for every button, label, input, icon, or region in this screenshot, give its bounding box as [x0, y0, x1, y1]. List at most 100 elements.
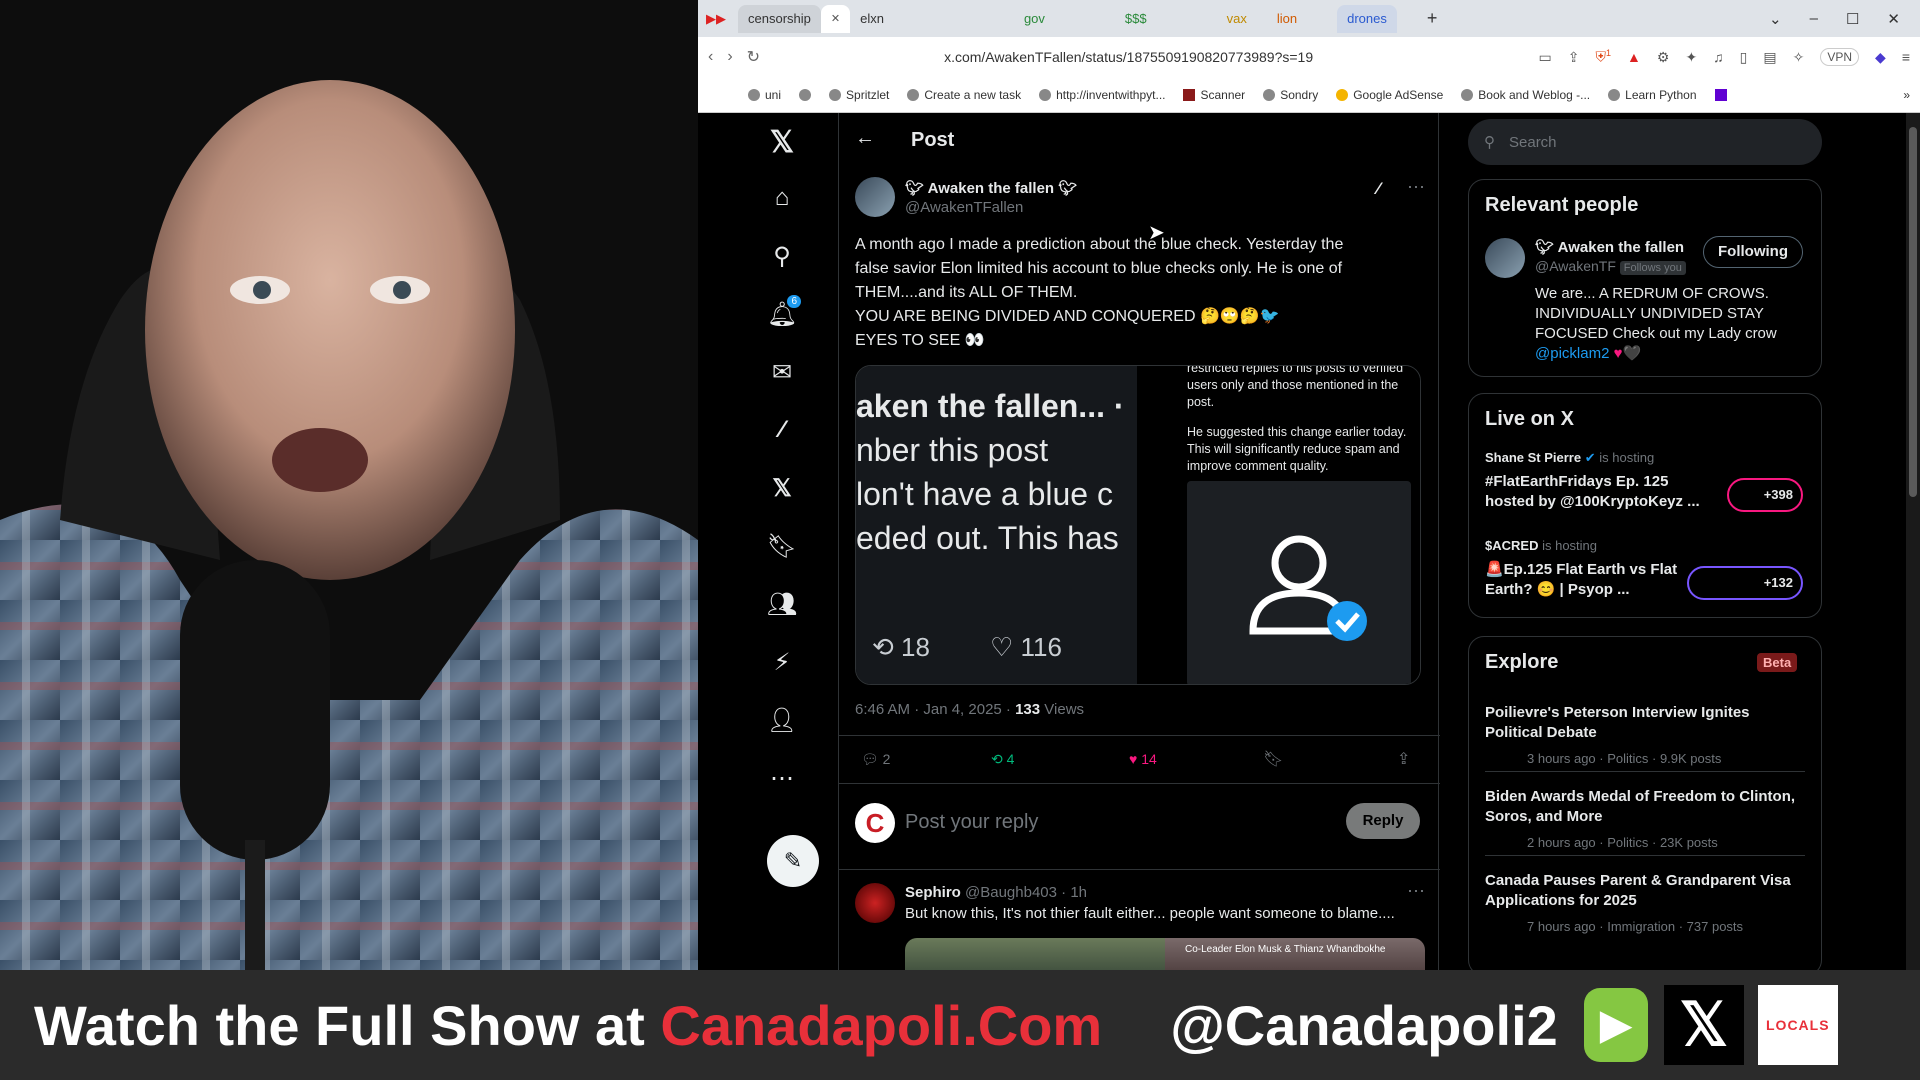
bookmark-action-icon[interactable]: 🔖︎ — [1263, 749, 1283, 769]
search-input[interactable]: Search — [1509, 134, 1557, 151]
tab-lion[interactable]: lion — [1267, 5, 1307, 33]
share-action-icon[interactable]: ⇪ — [1397, 749, 1410, 769]
tweet-timestamp[interactable]: 6:46 AM · Jan 4, 2025 · 133 Views — [855, 701, 1084, 718]
page-scrollbar[interactable] — [1906, 113, 1920, 970]
live-listeners[interactable]: +132 — [1687, 566, 1803, 600]
explore-item-title[interactable]: Poilievre's Peterson Interview Ignites P… — [1485, 703, 1805, 743]
bookmarks-icon[interactable]: 🔖︎ — [767, 531, 797, 561]
reply-action[interactable]: 💬︎ 2 — [861, 751, 890, 768]
leo-icon[interactable]: ✧ — [1793, 49, 1805, 66]
messages-icon[interactable]: ✉ — [767, 357, 797, 387]
display-name[interactable]: 🐦︎ Awaken the fallen 🐦︎ — [905, 179, 1077, 197]
forward-icon[interactable]: › — [727, 48, 732, 66]
share-icon[interactable]: ⇪ — [1568, 49, 1580, 66]
bookmark-sondry[interactable]: Sondry — [1263, 88, 1318, 102]
url-field[interactable]: x.com/AwakenTFallen/status/1875509190820… — [944, 49, 1444, 65]
bookmark-spritzlet[interactable]: Spritzlet — [829, 88, 889, 102]
tab-money[interactable]: $$$ — [1115, 5, 1157, 33]
grok-explain-icon[interactable]: ⁄ — [1377, 179, 1380, 199]
avatar[interactable] — [855, 177, 895, 217]
communities-icon[interactable]: 👥︎ — [767, 589, 797, 619]
extension-icon[interactable]: ⚙ — [1657, 49, 1670, 66]
bio-link[interactable]: @picklam2 — [1535, 345, 1609, 362]
reload-icon[interactable]: ↻ — [747, 47, 760, 67]
back-arrow-icon[interactable]: ← — [855, 127, 875, 150]
handle[interactable]: @AwakenTF Follows you — [1535, 258, 1686, 275]
presenter-video-frame — [0, 0, 698, 970]
verified-orgs-icon[interactable]: ⚡︎ — [767, 647, 797, 677]
rewards-icon[interactable]: ▲ — [1627, 49, 1641, 65]
explore-item-title[interactable]: Biden Awards Medal of Freedom to Clinton… — [1485, 787, 1805, 827]
media-screenshot-left[interactable]: aken the fallen... · nber this post lon'… — [856, 366, 1139, 684]
bookmark-create-task[interactable]: Create a new task — [907, 88, 1021, 102]
maximize-icon[interactable]: ☐ — [1846, 10, 1859, 28]
search-icon[interactable]: ⚲ — [767, 241, 797, 271]
more-bookmarks-icon[interactable]: » — [1903, 88, 1910, 102]
premium-icon[interactable]: 𝕏 — [767, 473, 797, 503]
media-screenshot-right[interactable]: restricted replies to his posts to verif… — [1139, 366, 1420, 684]
my-avatar[interactable]: C — [855, 803, 895, 843]
repost-action[interactable]: ⟲ 4 — [991, 751, 1014, 768]
minimize-icon[interactable]: – — [1810, 10, 1818, 28]
tab-label: drones — [1347, 11, 1387, 26]
verified-user-icon — [1249, 535, 1367, 641]
more-icon[interactable]: ⋯ — [767, 763, 797, 793]
tab-censorship[interactable]: censorship — [738, 4, 821, 33]
vpn-button[interactable]: VPN — [1820, 48, 1860, 66]
notifications-icon[interactable]: 🔔︎ 6 — [767, 295, 801, 329]
new-tab-icon[interactable]: + — [1427, 8, 1438, 29]
live-title[interactable]: #FlatEarthFridays Ep. 125 hosted by @100K… — [1485, 472, 1710, 512]
bookmark-scanner[interactable]: Scanner — [1183, 88, 1245, 102]
tab-active[interactable]: ✕ — [820, 4, 851, 33]
sidebar-icon[interactable]: ▯ — [1740, 49, 1748, 66]
wallet-icon[interactable]: ▤ — [1763, 49, 1776, 66]
reply-more-icon[interactable]: ⋯ — [1407, 881, 1425, 902]
brave-shield-icon[interactable]: ⛨1 — [1596, 48, 1612, 66]
display-name[interactable]: 🐦︎ Awaken the fallen — [1535, 238, 1684, 256]
bookmark-yahoo[interactable] — [1714, 88, 1727, 101]
handle[interactable]: @AwakenTFallen — [905, 199, 1023, 216]
compose-button[interactable]: ✎ — [767, 835, 819, 887]
bookmark-globe[interactable] — [799, 88, 812, 101]
explore-card: Explore Beta Poilievre's Peterson Interv… — [1468, 636, 1822, 976]
live-host[interactable]: Shane St Pierre ✔ is hosting — [1485, 450, 1654, 466]
avatar[interactable] — [1485, 238, 1525, 278]
scrollbar-thumb[interactable] — [1909, 127, 1917, 497]
tweet-media[interactable]: aken the fallen... · nber this post lon'… — [855, 365, 1421, 685]
explore-item-title[interactable]: Canada Pauses Parent & Grandparent Visa … — [1485, 871, 1805, 911]
tab-drones[interactable]: drones — [1337, 4, 1397, 33]
back-icon[interactable]: ‹ — [708, 48, 713, 66]
grok-icon[interactable]: ⁄ — [767, 415, 797, 445]
profile-icon[interactable]: ◆ — [1875, 49, 1886, 66]
reply-button[interactable]: Reply — [1346, 803, 1420, 839]
bookmark-learn-python[interactable]: Learn Python — [1608, 88, 1697, 102]
close-window-icon[interactable]: ✕ — [1887, 10, 1900, 28]
like-action[interactable]: ♥ 14 — [1129, 751, 1157, 767]
cast-icon[interactable]: ▭ — [1539, 49, 1552, 66]
reply-avatar[interactable] — [855, 883, 895, 923]
reply-input[interactable]: Post your reply — [905, 811, 1038, 834]
close-tab-icon[interactable]: ✕ — [831, 12, 840, 25]
tab-elxn[interactable]: elxn — [850, 5, 894, 33]
live-title[interactable]: 🚨Ep.125 Flat Earth vs Flat Earth? 😊 | Psy… — [1485, 560, 1685, 600]
live-host[interactable]: $ACRED is hosting — [1485, 538, 1597, 553]
music-icon[interactable]: ♫ — [1713, 49, 1724, 65]
reply-author[interactable]: Sephiro @Baughb403 · 1h — [905, 884, 1087, 901]
following-button[interactable]: Following — [1703, 236, 1803, 268]
puzzle-icon[interactable]: ✦ — [1685, 49, 1697, 66]
live-listeners[interactable]: +398 — [1727, 478, 1803, 512]
bookmark-uni[interactable]: uni — [748, 88, 781, 102]
x-logo-icon[interactable]: 𝕏 — [767, 126, 797, 159]
bio: We are... A REDRUM OF CROWS. INDIVIDUALL… — [1535, 285, 1777, 362]
search-box[interactable]: ⚲ Search — [1468, 119, 1822, 165]
bookmark-adsense[interactable]: Google AdSense — [1336, 88, 1443, 102]
home-icon[interactable]: ⌂ — [767, 183, 797, 213]
tab-search-icon[interactable]: ⌄ — [1769, 10, 1782, 28]
menu-icon[interactable]: ≡ — [1902, 49, 1910, 65]
tab-gov[interactable]: gov — [1014, 5, 1055, 33]
tab-vax[interactable]: vax — [1217, 5, 1257, 33]
bookmark-inventwithpython[interactable]: http://inventwithpyt... — [1039, 88, 1165, 102]
more-options-icon[interactable]: ⋯ — [1407, 177, 1425, 198]
profile-icon[interactable]: 👤︎ — [767, 705, 797, 735]
bookmark-weblog[interactable]: Book and Weblog -... — [1461, 88, 1590, 102]
